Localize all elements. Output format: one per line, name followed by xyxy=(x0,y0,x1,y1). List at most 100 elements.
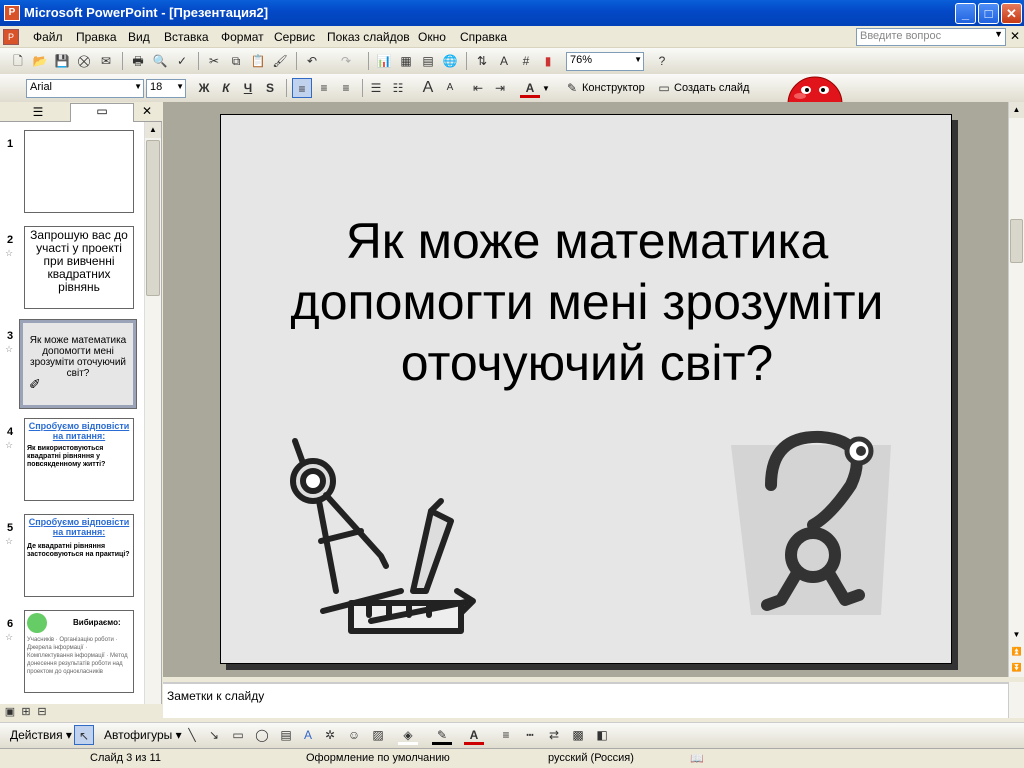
print-icon[interactable]: 🖶 xyxy=(128,51,148,71)
copy-icon[interactable]: ⧉ xyxy=(226,51,246,71)
save-icon[interactable]: 💾 xyxy=(52,51,72,71)
new-slide-button[interactable]: Создать слайд xyxy=(674,82,749,94)
undo-icon[interactable]: ↶ xyxy=(302,51,322,71)
slide-title[interactable]: Як може математика допомогти мені зрозум… xyxy=(221,211,953,394)
line-color-icon[interactable]: ✎ xyxy=(432,725,452,745)
font-color-icon[interactable]: A xyxy=(464,725,484,745)
new-slide-icon[interactable]: ▭ xyxy=(654,78,674,98)
new-icon[interactable]: 🗋 xyxy=(8,51,28,71)
shadow-button[interactable]: S xyxy=(260,78,280,98)
show-formatting-icon[interactable]: A xyxy=(494,51,514,71)
menu-window[interactable]: Окно xyxy=(418,30,446,44)
designer-icon[interactable]: ✎ xyxy=(562,78,582,98)
autoshapes-menu[interactable]: Автофигуры ▾ xyxy=(104,728,182,742)
open-icon[interactable]: 📂 xyxy=(30,51,50,71)
menu-insert[interactable]: Вставка xyxy=(164,30,209,44)
normal-view-icon[interactable]: ▣ xyxy=(2,704,18,720)
slide-sorter-icon[interactable]: ⊞ xyxy=(18,704,34,720)
notes-pane[interactable]: Заметки к слайду xyxy=(163,682,1008,718)
powerpoint-app-icon[interactable]: P xyxy=(4,5,20,21)
font-combo[interactable]: Arial ▼ xyxy=(26,79,144,98)
tab-outline[interactable]: ☰ xyxy=(8,105,68,121)
format-painter-icon[interactable]: 🖌 xyxy=(270,51,290,71)
transition-star-icon[interactable]: ☆ xyxy=(5,440,13,451)
print-preview-icon[interactable]: 🔍 xyxy=(150,51,170,71)
menu-slideshow[interactable]: Показ слайдов xyxy=(327,30,410,44)
next-slide-icon[interactable]: ⏬ xyxy=(1009,660,1024,676)
redo-icon[interactable]: ↷ xyxy=(336,51,356,71)
chart-icon[interactable]: 📊 xyxy=(374,51,394,71)
transition-star-icon[interactable]: ☆ xyxy=(5,536,13,547)
scroll-thumb[interactable] xyxy=(146,140,160,296)
menu-edit[interactable]: Правка xyxy=(76,30,117,44)
close-button[interactable]: ✕ xyxy=(1001,3,1022,24)
scroll-thumb[interactable] xyxy=(1010,219,1023,263)
increase-indent-icon[interactable]: ⇥ xyxy=(490,78,510,98)
textbox-icon[interactable]: ▤ xyxy=(276,725,296,745)
help-icon[interactable]: ? xyxy=(652,51,672,71)
underline-button[interactable]: Ч xyxy=(238,78,258,98)
slide-thumbnail-selected[interactable]: Як може математика допомогти мені зрозум… xyxy=(19,319,137,409)
scroll-up-icon[interactable]: ▲ xyxy=(145,122,161,138)
bullets-icon[interactable]: ☷ xyxy=(388,78,408,98)
transition-star-icon[interactable]: ☆ xyxy=(5,344,13,355)
line-style-icon[interactable]: ≡ xyxy=(496,725,516,745)
menu-format[interactable]: Формат xyxy=(221,30,264,44)
slide-thumbnail[interactable]: Вибираємо: Учасників · Організацію робот… xyxy=(24,610,134,693)
align-right-icon[interactable]: ≡ xyxy=(336,78,356,98)
actions-menu[interactable]: Действия ▾ xyxy=(10,728,72,742)
spelling-icon[interactable]: ✓ xyxy=(172,51,192,71)
email-icon[interactable]: ✉ xyxy=(96,51,116,71)
slide-canvas[interactable]: Як може математика допомогти мені зрозум… xyxy=(220,114,952,664)
align-center-icon[interactable]: ≡ xyxy=(314,78,334,98)
document-icon[interactable]: P xyxy=(3,29,19,45)
expand-all-icon[interactable]: ⇅ xyxy=(472,51,492,71)
minimize-button[interactable]: _ xyxy=(955,3,976,24)
transition-star-icon[interactable]: ☆ xyxy=(5,632,13,643)
thumbnails-scrollbar[interactable]: ▲ xyxy=(144,122,161,704)
previous-slide-icon[interactable]: ⏫ xyxy=(1009,644,1024,660)
rectangle-icon[interactable]: ▭ xyxy=(228,725,248,745)
spelling-status-icon[interactable]: 📖 xyxy=(690,752,704,765)
slide-thumbnail[interactable]: Спробуємо відповісти на питання: Як вико… xyxy=(24,418,134,501)
table-icon[interactable]: ▦ xyxy=(396,51,416,71)
clipart-icon[interactable]: ☺ xyxy=(344,725,364,745)
slide-scrollbar[interactable]: ▲ ▼ ⏫ ⏬ xyxy=(1008,102,1024,677)
chevron-down-icon[interactable]: ▼ xyxy=(634,55,642,64)
question-mark-character-clipart[interactable] xyxy=(731,425,911,625)
numbering-icon[interactable]: ☰ xyxy=(366,78,386,98)
close-document-icon[interactable]: ✕ xyxy=(1010,29,1020,43)
italic-button[interactable]: К xyxy=(216,78,236,98)
cut-icon[interactable]: ✂ xyxy=(204,51,224,71)
tab-slides[interactable]: ▭ xyxy=(70,103,134,122)
menu-help[interactable]: Справка xyxy=(460,30,507,44)
decrease-font-icon[interactable]: A xyxy=(440,78,460,98)
slide-thumbnail[interactable]: Запрошую вас до участі у проекті при вив… xyxy=(24,226,134,309)
slide-thumbnail[interactable] xyxy=(24,130,134,213)
help-question-box[interactable]: Введите вопрос ▼ xyxy=(856,28,1006,46)
menu-view[interactable]: Вид xyxy=(128,30,150,44)
3d-style-icon[interactable]: ◧ xyxy=(592,725,612,745)
diagram-icon[interactable]: ✲ xyxy=(320,725,340,745)
align-left-icon[interactable]: ≡ xyxy=(292,78,312,98)
grid-icon[interactable]: # xyxy=(516,51,536,71)
chevron-down-icon[interactable]: ▼ xyxy=(134,82,142,91)
arrow-style-icon[interactable]: ⇄ xyxy=(544,725,564,745)
chevron-down-icon[interactable]: ▼ xyxy=(542,84,550,93)
font-color-icon[interactable]: A xyxy=(520,78,540,98)
picture-icon[interactable]: ▨ xyxy=(368,725,388,745)
scroll-down-icon[interactable]: ▼ xyxy=(1009,627,1024,643)
decrease-indent-icon[interactable]: ⇤ xyxy=(468,78,488,98)
increase-font-icon[interactable]: A xyxy=(418,78,438,98)
paste-icon[interactable]: 📋 xyxy=(248,51,268,71)
zoom-combo[interactable]: 76% ▼ xyxy=(566,52,644,71)
compass-ruler-pencil-clipart[interactable] xyxy=(281,431,481,641)
permission-icon[interactable]: ⛒ xyxy=(74,51,94,71)
maximize-button[interactable]: □ xyxy=(978,3,999,24)
bold-button[interactable]: Ж xyxy=(194,78,214,98)
chevron-down-icon[interactable]: ▼ xyxy=(994,29,1003,39)
notes-scrollbar[interactable] xyxy=(1008,682,1024,718)
color-grayscale-icon[interactable]: ▮ xyxy=(538,51,558,71)
tables-borders-icon[interactable]: ▤ xyxy=(418,51,438,71)
menu-file[interactable]: Файл xyxy=(33,30,63,44)
